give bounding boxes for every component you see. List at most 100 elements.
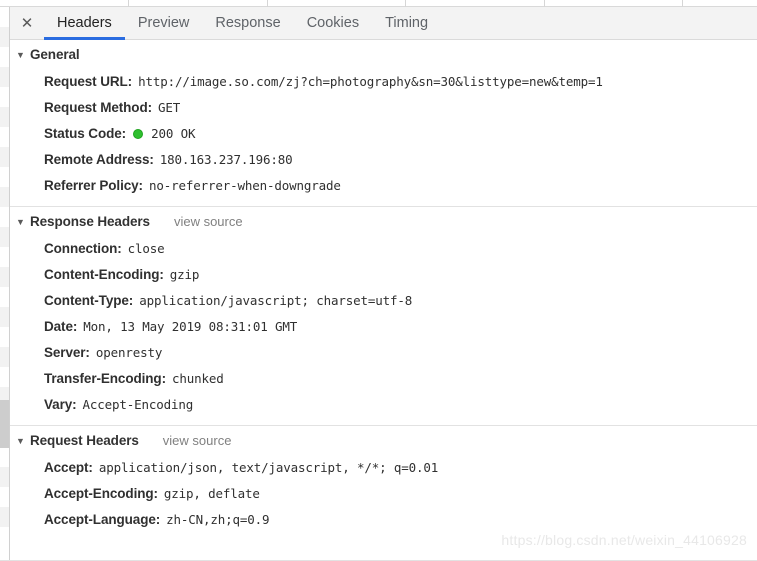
- list-item[interactable]: [0, 367, 9, 387]
- section-response-headers: ▼ Response Headers view source Connectio…: [10, 206, 757, 425]
- header-value: gzip: [169, 266, 200, 282]
- list-item[interactable]: [0, 267, 9, 287]
- header-value: openresty: [95, 344, 163, 360]
- header-row: Status Code: 200 OK: [10, 120, 757, 146]
- headers-detail-panel: ✕ Headers Preview Response Cookies Timin…: [10, 7, 757, 561]
- header-value: zh-CN,zh;q=0.9: [166, 511, 270, 527]
- header-name: Content-Type:: [44, 292, 134, 308]
- header-row: Remote Address: 180.163.237.196:80: [10, 146, 757, 172]
- list-item[interactable]: [0, 47, 9, 67]
- tab-label: Headers: [57, 15, 112, 31]
- header-value: http://image.so.com/zj?ch=photography&sn…: [138, 73, 603, 89]
- header-row: Vary: Accept-Encoding: [10, 391, 757, 417]
- header-name: Connection:: [44, 240, 122, 256]
- tab-preview[interactable]: Preview: [125, 7, 203, 40]
- section-rows: Connection: close Content-Encoding: gzip…: [10, 235, 757, 425]
- close-icon[interactable]: ✕: [14, 10, 40, 36]
- list-item[interactable]: [0, 67, 9, 87]
- view-source-link[interactable]: view source: [174, 214, 243, 229]
- list-item[interactable]: [0, 127, 9, 147]
- devtools-network-detail-panel: ✕ Headers Preview Response Cookies Timin…: [0, 0, 757, 561]
- tab-response[interactable]: Response: [202, 7, 293, 40]
- chevron-down-icon[interactable]: ▼: [16, 437, 26, 446]
- list-item[interactable]: [0, 147, 9, 167]
- header-name: Accept-Encoding:: [44, 485, 158, 501]
- header-value: application/json, text/javascript, */*; …: [98, 459, 439, 475]
- header-row: Server: openresty: [10, 339, 757, 365]
- header-value: chunked: [171, 370, 224, 386]
- header-name: Vary:: [44, 396, 77, 412]
- header-name: Referrer Policy:: [44, 177, 143, 193]
- header-name: Date:: [44, 318, 78, 334]
- section-header[interactable]: ▼ General: [10, 40, 757, 68]
- list-item[interactable]: [0, 287, 9, 307]
- header-value: close: [127, 240, 165, 256]
- header-value: Accept-Encoding: [82, 396, 194, 412]
- section-request-headers: ▼ Request Headers view source Accept: ap…: [10, 425, 757, 540]
- header-value: gzip, deflate: [163, 485, 260, 501]
- list-item[interactable]: [0, 247, 9, 267]
- tab-label: Response: [215, 15, 281, 31]
- section-header[interactable]: ▼ Response Headers view source: [10, 207, 757, 235]
- list-item[interactable]: [0, 107, 9, 127]
- header-name: Accept-Language:: [44, 511, 161, 527]
- tab-timing[interactable]: Timing: [372, 7, 441, 40]
- list-item[interactable]: [0, 167, 9, 187]
- list-item[interactable]: [0, 447, 9, 467]
- section-title: Response Headers: [30, 214, 150, 229]
- header-row: Accept-Language: zh-CN,zh;q=0.9: [10, 506, 757, 532]
- header-row: Request Method: GET: [10, 94, 757, 120]
- column-divider[interactable]: [682, 0, 683, 7]
- section-rows: Accept: application/json, text/javascrip…: [10, 454, 757, 540]
- section-title: Request Headers: [30, 433, 139, 448]
- list-item[interactable]: [0, 507, 9, 527]
- header-value: application/javascript; charset=utf-8: [139, 292, 413, 308]
- list-item[interactable]: [0, 7, 9, 27]
- list-item[interactable]: [0, 307, 9, 327]
- section-rows: Request URL: http://image.so.com/zj?ch=p…: [10, 68, 757, 206]
- header-value: 180.163.237.196:80: [159, 151, 293, 167]
- tab-label: Cookies: [306, 15, 360, 31]
- list-item[interactable]: [0, 27, 9, 47]
- list-item[interactable]: [0, 487, 9, 507]
- header-name: Request URL:: [44, 73, 133, 89]
- header-name: Transfer-Encoding:: [44, 370, 166, 386]
- list-item[interactable]: [0, 467, 9, 487]
- vertical-scrollbar-thumb[interactable]: [0, 400, 9, 448]
- list-item[interactable]: [0, 227, 9, 247]
- status-ok-icon: [133, 128, 144, 139]
- header-name: Status Code:: [44, 125, 127, 141]
- header-name: Remote Address:: [44, 151, 154, 167]
- header-value: Mon, 13 May 2019 08:31:01 GMT: [83, 318, 298, 334]
- header-row: Content-Type: application/javascript; ch…: [10, 287, 757, 313]
- tab-cookies[interactable]: Cookies: [294, 7, 372, 40]
- header-row: Content-Encoding: gzip: [10, 261, 757, 287]
- network-request-list-strip[interactable]: [0, 7, 9, 561]
- list-item[interactable]: [0, 187, 9, 207]
- column-divider[interactable]: [544, 0, 545, 7]
- headers-content[interactable]: ▼ General Request URL: http://image.so.c…: [10, 40, 757, 561]
- view-source-link[interactable]: view source: [163, 433, 232, 448]
- list-item[interactable]: [0, 87, 9, 107]
- header-row: Accept-Encoding: gzip, deflate: [10, 480, 757, 506]
- list-item[interactable]: [0, 527, 9, 547]
- header-name: Request Method:: [44, 99, 152, 115]
- header-row: Date: Mon, 13 May 2019 08:31:01 GMT: [10, 313, 757, 339]
- header-row: Referrer Policy: no-referrer-when-downgr…: [10, 172, 757, 198]
- chevron-down-icon[interactable]: ▼: [16, 218, 26, 227]
- header-name: Content-Encoding:: [44, 266, 164, 282]
- header-row: Connection: close: [10, 235, 757, 261]
- tab-label: Timing: [385, 15, 429, 31]
- section-general: ▼ General Request URL: http://image.so.c…: [10, 40, 757, 206]
- header-row: Accept: application/json, text/javascrip…: [10, 454, 757, 480]
- section-header[interactable]: ▼ Request Headers view source: [10, 426, 757, 454]
- header-row: Transfer-Encoding: chunked: [10, 365, 757, 391]
- tab-label: Preview: [137, 15, 190, 31]
- tab-headers[interactable]: Headers: [44, 7, 125, 40]
- chevron-down-icon[interactable]: ▼: [16, 51, 26, 60]
- list-item[interactable]: [0, 347, 9, 367]
- list-item[interactable]: [0, 207, 9, 227]
- header-value: 200 OK: [151, 125, 196, 141]
- header-name: Server:: [44, 344, 90, 360]
- list-item[interactable]: [0, 327, 9, 347]
